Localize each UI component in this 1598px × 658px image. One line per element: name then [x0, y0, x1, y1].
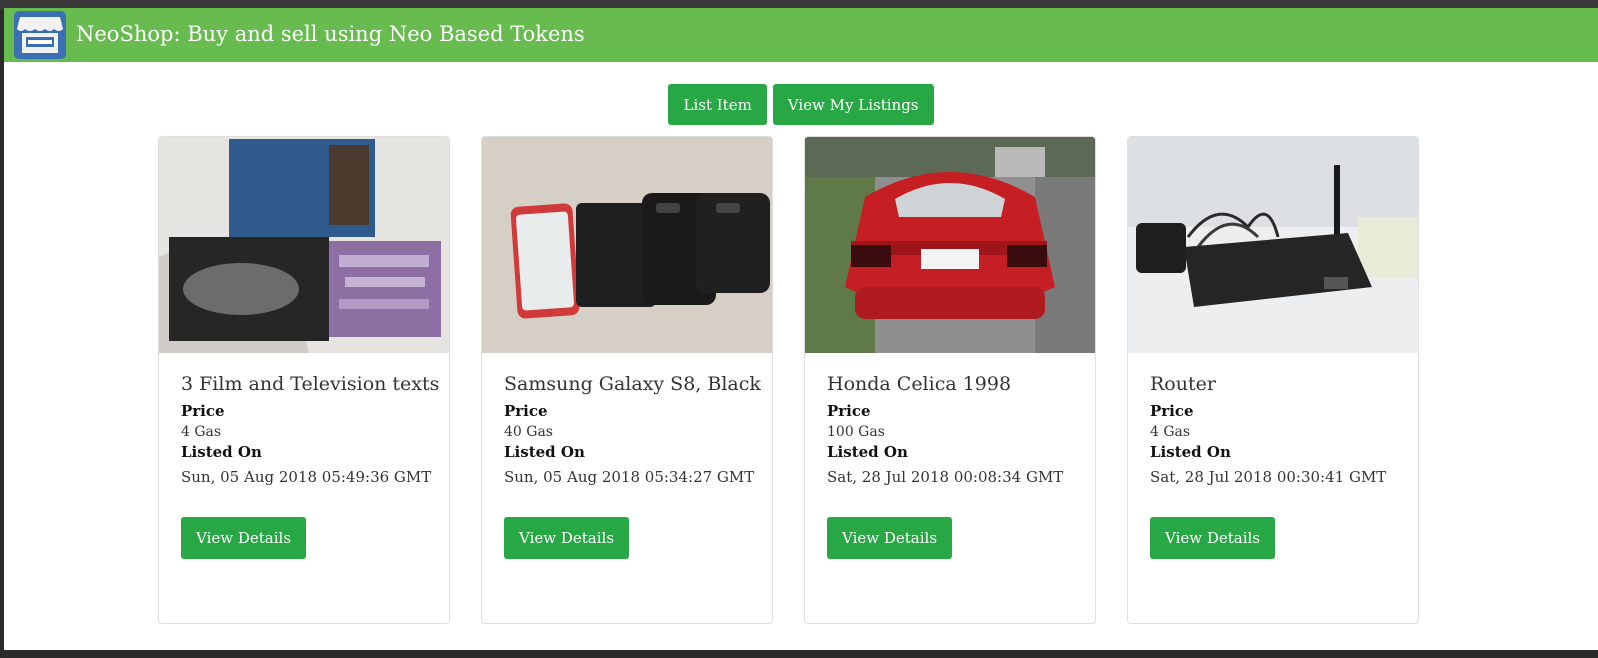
- navbar: NeoShop: Buy and sell using Neo Based To…: [4, 8, 1598, 62]
- listed-on-label: Listed On: [181, 443, 262, 461]
- listing-card: 3 Film and Television texts Price 4 Gas …: [158, 136, 450, 624]
- listing-image-router[interactable]: [1128, 137, 1418, 353]
- listed-on-value: Sun, 05 Aug 2018 05:49:36 GMT: [181, 468, 432, 486]
- listed-on-label: Listed On: [1150, 443, 1231, 461]
- listing-body: 3 Film and Television texts Price 4 Gas …: [181, 373, 439, 491]
- listing-title: Samsung Galaxy S8, Black: [504, 373, 761, 395]
- list-item-button[interactable]: List Item: [668, 84, 767, 125]
- listing-title: Honda Celica 1998: [827, 373, 1012, 395]
- price-value: 4 Gas: [181, 424, 222, 440]
- listed-on-label: Listed On: [827, 443, 908, 461]
- listing-body: Samsung Galaxy S8, Black Price 40 Gas Li…: [504, 373, 762, 491]
- listed-on-value: Sun, 05 Aug 2018 05:34:27 GMT: [504, 468, 755, 486]
- action-bar: List Item View My Listings: [4, 84, 1598, 125]
- listed-on-value: Sat, 28 Jul 2018 00:08:34 GMT: [827, 468, 1064, 486]
- price-label: Price: [504, 402, 548, 420]
- listing-image-phone[interactable]: [482, 137, 772, 353]
- storefront-icon[interactable]: [14, 11, 66, 59]
- page: NeoShop: Buy and sell using Neo Based To…: [4, 8, 1598, 650]
- view-details-button[interactable]: View Details: [827, 517, 953, 559]
- listing-title: Router: [1150, 373, 1216, 395]
- price-value: 4 Gas: [1150, 424, 1191, 440]
- view-details-button[interactable]: View Details: [181, 517, 307, 559]
- listing-card: Honda Celica 1998 Price 100 Gas Listed O…: [804, 136, 1096, 624]
- listing-image-books[interactable]: [159, 137, 449, 353]
- price-label: Price: [181, 402, 225, 420]
- listing-card: Router Price 4 Gas Listed On Sat, 28 Jul…: [1127, 136, 1419, 624]
- listing-image-car[interactable]: [805, 137, 1095, 353]
- listed-on-value: Sat, 28 Jul 2018 00:30:41 GMT: [1150, 468, 1387, 486]
- view-details-button[interactable]: View Details: [1150, 517, 1276, 559]
- price-label: Price: [827, 402, 871, 420]
- view-details-button[interactable]: View Details: [504, 517, 630, 559]
- price-label: Price: [1150, 402, 1194, 420]
- brand-title[interactable]: NeoShop: Buy and sell using Neo Based To…: [76, 22, 585, 46]
- listing-body: Honda Celica 1998 Price 100 Gas Listed O…: [827, 373, 1085, 491]
- listing-body: Router Price 4 Gas Listed On Sat, 28 Jul…: [1150, 373, 1408, 491]
- listing-card: Samsung Galaxy S8, Black Price 40 Gas Li…: [481, 136, 773, 624]
- listing-title: 3 Film and Television texts: [181, 373, 440, 395]
- price-value: 40 Gas: [504, 424, 553, 440]
- view-my-listings-button[interactable]: View My Listings: [772, 84, 934, 125]
- listed-on-label: Listed On: [504, 443, 585, 461]
- price-value: 100 Gas: [827, 424, 885, 440]
